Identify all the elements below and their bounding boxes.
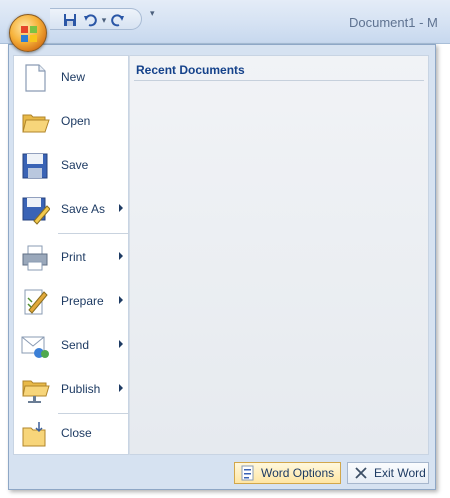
menu-item-label: Open — [61, 114, 91, 128]
send-icon — [21, 336, 49, 358]
exit-word-label: Exit Word — [374, 466, 426, 480]
menu-item-label: Save — [61, 158, 89, 172]
new-document-icon — [25, 64, 46, 92]
office-menu: New Open Save Save As Print Prepare Send… — [8, 44, 436, 490]
word-options-label: Word Options — [261, 466, 335, 480]
redo-icon[interactable] — [110, 12, 126, 28]
menu-separator — [58, 233, 130, 234]
printer-icon — [22, 245, 48, 271]
menu-item-send[interactable]: Send — [14, 324, 130, 368]
menu-item-label: Prepare — [61, 294, 104, 308]
submenu-arrow-icon — [119, 340, 123, 348]
menu-item-label: Send — [61, 338, 90, 352]
menu-item-label: New — [61, 70, 86, 84]
menu-item-close[interactable]: Close — [14, 412, 130, 456]
close-folder-icon — [22, 422, 46, 447]
prepare-icon — [24, 289, 48, 315]
menu-item-label: Print — [61, 250, 86, 264]
publish-icon — [22, 380, 50, 403]
customize-dropdown-icon[interactable]: ▾ — [150, 8, 155, 19]
submenu-arrow-icon — [119, 204, 123, 212]
menu-item-new[interactable]: New — [14, 56, 130, 100]
word-options-button[interactable]: Word Options — [234, 462, 341, 484]
submenu-arrow-icon — [119, 296, 123, 304]
menu-item-label: Publish — [61, 382, 101, 396]
menu-commands-pane: New Open Save Save As Print Prepare Send… — [13, 55, 130, 456]
word-options-icon — [241, 465, 254, 481]
office-logo-icon — [21, 26, 37, 42]
recent-documents-header: Recent Documents — [136, 63, 245, 77]
menu-item-prepare[interactable]: Prepare — [14, 280, 130, 324]
menu-item-label: Save As — [61, 202, 106, 216]
save-as-icon — [22, 197, 50, 225]
menu-item-save-as[interactable]: Save As — [14, 188, 130, 232]
menu-item-open[interactable]: Open — [14, 100, 130, 144]
menu-item-label: Close — [61, 426, 92, 440]
quick-access-toolbar: ▾ — [50, 8, 142, 30]
recent-documents-pane: Recent Documents — [129, 55, 429, 455]
save-icon[interactable] — [62, 12, 78, 28]
recent-documents-divider — [134, 80, 424, 81]
submenu-arrow-icon — [119, 384, 123, 392]
open-folder-icon — [22, 114, 50, 133]
submenu-arrow-icon — [119, 252, 123, 260]
exit-x-icon — [355, 467, 367, 479]
title-bar: ▾ ▾ Document1 - M — [0, 0, 450, 44]
menu-item-publish[interactable]: Publish — [14, 368, 130, 412]
office-button[interactable] — [9, 14, 47, 52]
menu-item-save[interactable]: Save — [14, 144, 130, 188]
save-disk-icon — [22, 153, 48, 179]
exit-word-button[interactable]: Exit Word — [347, 462, 429, 484]
window-title: Document1 - M — [349, 15, 438, 30]
menu-item-print[interactable]: Print — [14, 236, 130, 280]
